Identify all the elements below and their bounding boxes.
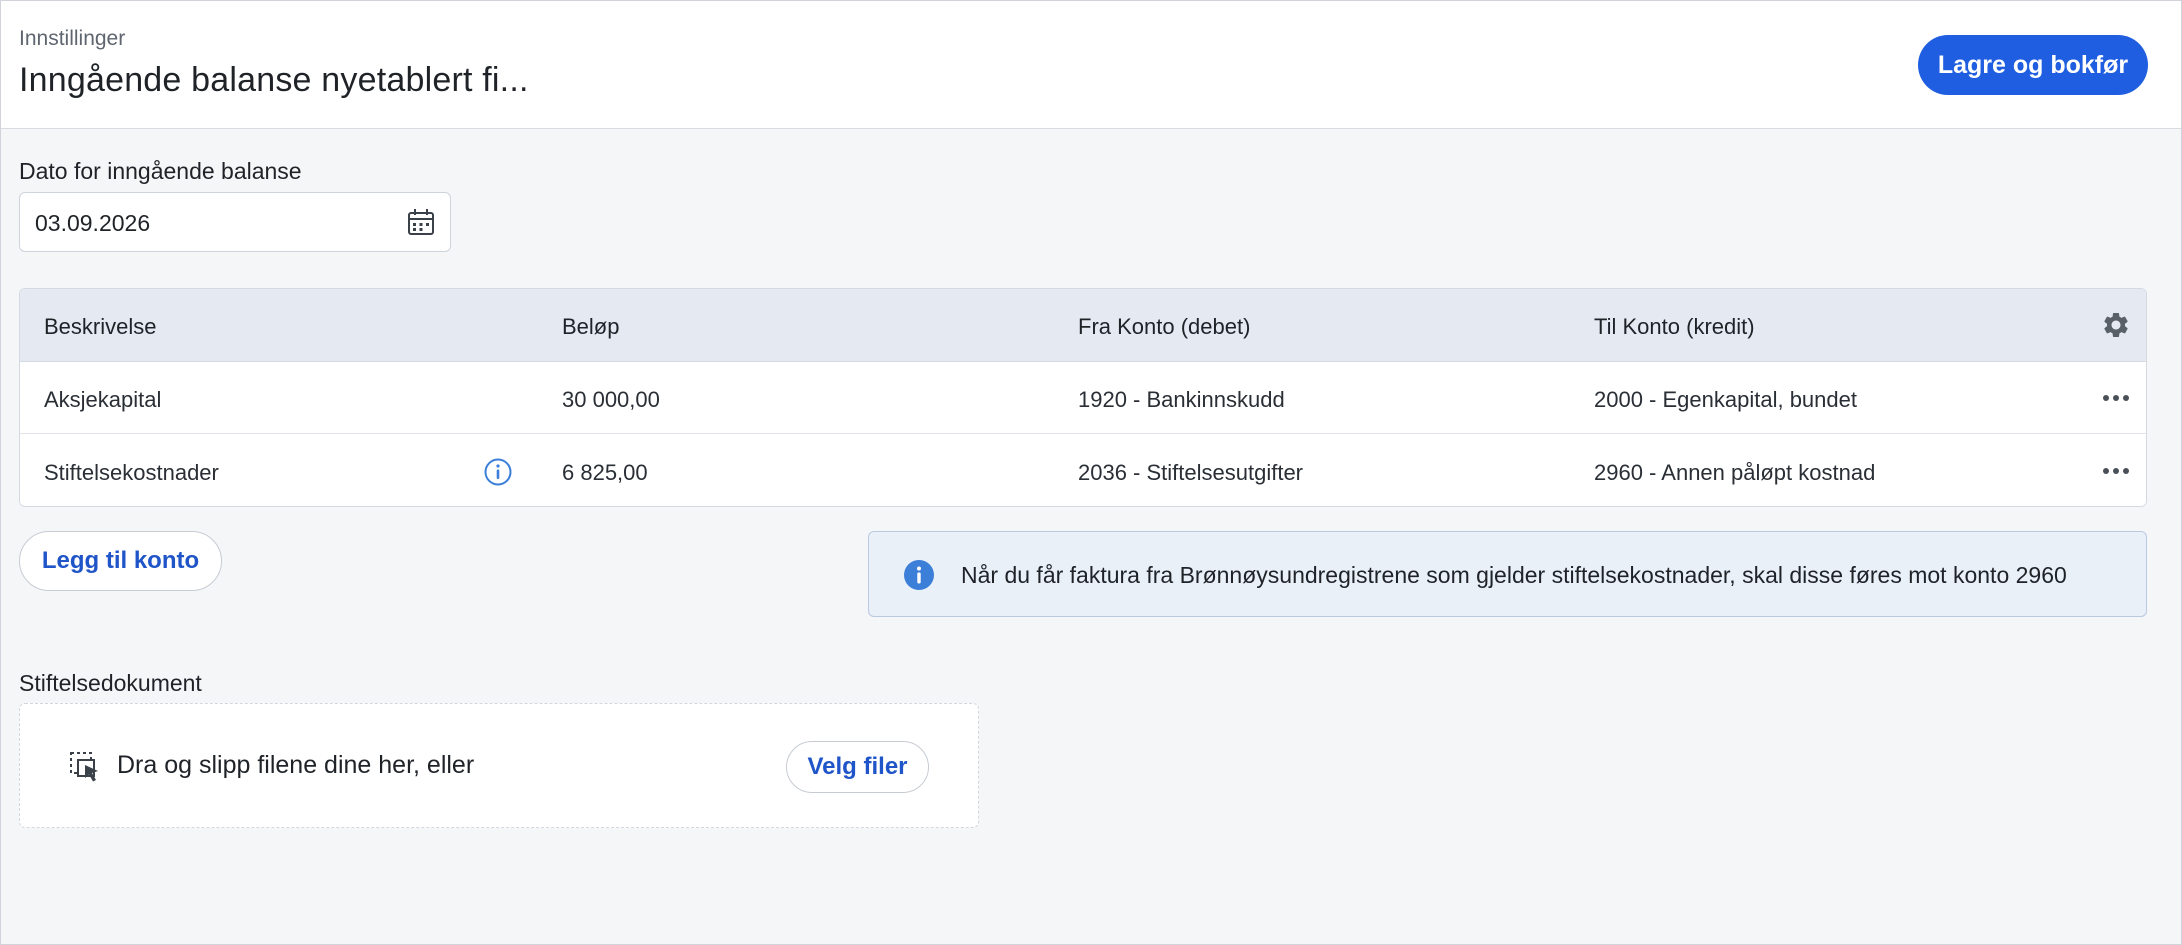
cell-amount: 30 000,00	[562, 387, 660, 412]
column-header-to-account: Til Konto (kredit)	[1594, 314, 1755, 339]
date-value[interactable]: 03.09.2026	[35, 210, 150, 237]
info-banner-text: Når du får faktura fra Brønnøysundregist…	[961, 562, 2067, 588]
choose-files-button[interactable]: Velg filer	[786, 741, 929, 793]
page-title: Inngående balanse nyetablert fi...	[19, 61, 529, 99]
more-options-icon[interactable]	[2100, 463, 2132, 479]
table-header: Beskrivelse Beløp Fra Konto (debet) Til …	[20, 289, 2146, 362]
file-dropzone[interactable]: Dra og slipp filene dine her, eller Velg…	[19, 703, 979, 828]
more-options-icon[interactable]	[2100, 390, 2132, 406]
cell-from-account: 2036 - Stiftelsesutgifter	[1078, 460, 1304, 485]
add-account-button[interactable]: Legg til konto	[19, 531, 222, 591]
drag-drop-icon	[70, 752, 98, 782]
page-header: Innstillinger Inngående balanse nyetable…	[1, 1, 2181, 129]
table-row[interactable]: Aksjekapital 30 000,00 1920 - Bankinnsku…	[20, 362, 2146, 434]
calendar-icon[interactable]	[406, 207, 436, 237]
info-icon	[904, 560, 934, 590]
info-banner: Når du får faktura fra Brønnøysundregist…	[868, 531, 2147, 617]
upload-label: Stiftelsedokument	[19, 670, 202, 696]
save-and-post-button[interactable]: Lagre og bokfør	[1918, 35, 2148, 95]
dropzone-text: Dra og slipp filene dine her, eller	[117, 751, 475, 779]
cell-to-account: 2960 - Annen påløpt kostnad	[1594, 460, 1876, 485]
cell-amount: 6 825,00	[562, 460, 648, 485]
balance-table: Beskrivelse Beløp Fra Konto (debet) Til …	[19, 288, 2147, 507]
info-icon[interactable]	[483, 457, 513, 487]
breadcrumb[interactable]: Innstillinger	[19, 27, 125, 51]
cell-to-account: 2000 - Egenkapital, bundet	[1594, 387, 1857, 412]
column-header-amount: Beløp	[562, 314, 620, 339]
cell-description: Stiftelsekostnader	[44, 460, 219, 485]
gear-icon[interactable]	[2101, 310, 2131, 340]
column-header-from-account: Fra Konto (debet)	[1078, 314, 1251, 339]
cell-from-account: 1920 - Bankinnskudd	[1078, 387, 1285, 412]
date-field[interactable]: 03.09.2026	[19, 192, 451, 252]
date-label: Dato for inngående balanse	[19, 158, 302, 184]
cell-description: Aksjekapital	[44, 387, 162, 412]
table-row[interactable]: Stiftelsekostnader 6 825,00 2036 - Stift…	[20, 435, 2146, 506]
column-header-description: Beskrivelse	[44, 314, 157, 339]
